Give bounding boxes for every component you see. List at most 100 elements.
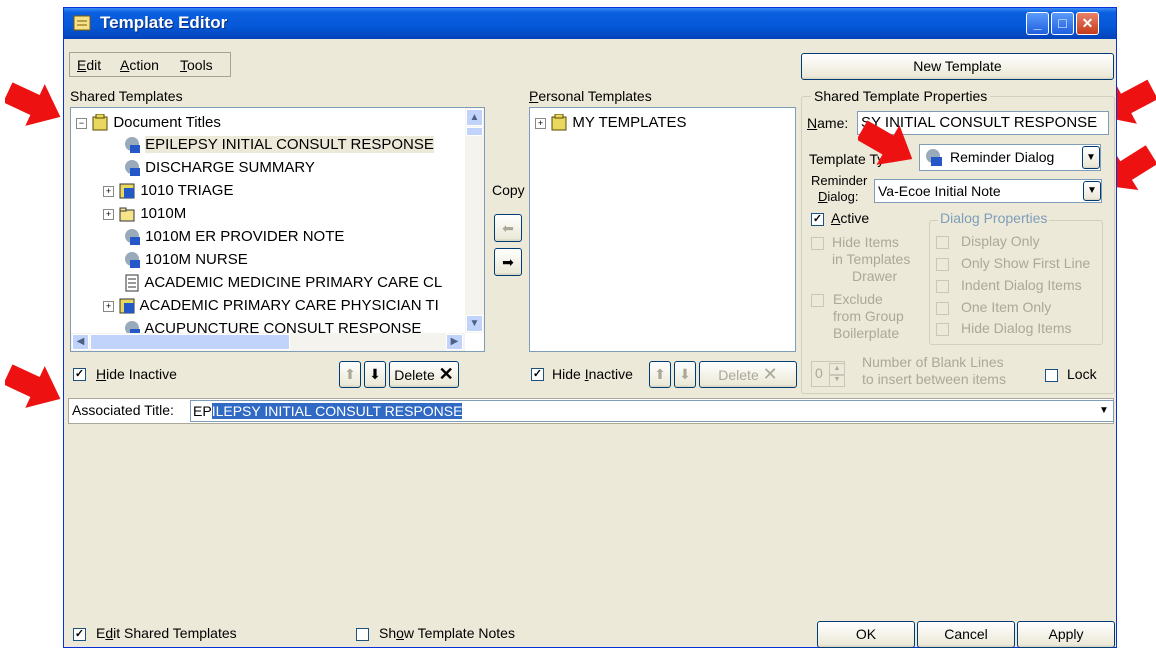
only-first-line-checkbox[interactable] — [936, 258, 949, 271]
tree-root-document-titles[interactable]: − Document Titles — [76, 111, 221, 134]
folder-icon — [92, 114, 108, 131]
move-up-shared-button[interactable]: ⬆ — [339, 361, 361, 388]
tree-item-academic-medicine[interactable]: ACADEMIC MEDICINE PRIMARY CARE CL — [123, 271, 442, 294]
tree-item-discharge[interactable]: DISCHARGE SUMMARY — [123, 156, 315, 179]
edit-shared-templates-label: Edit Shared Templates — [96, 625, 237, 641]
hide-dialog-items-label: Hide Dialog Items — [961, 320, 1072, 336]
hide-items-label-3: Drawer — [852, 268, 898, 284]
horizontal-scrollbar[interactable]: ◀ ▶ — [71, 333, 465, 351]
reminder-dialog-label-2: Dialog: — [818, 189, 859, 204]
copy-label: Copy — [492, 182, 525, 198]
window-title: Template Editor — [100, 13, 228, 32]
annotation-arrow-hide-inactive — [5, 364, 61, 408]
dialog-properties-label: Dialog Properties — [938, 210, 1050, 226]
delete-x-icon: ✕ — [438, 364, 454, 384]
scroll-thumb[interactable] — [466, 127, 483, 136]
minimize-button[interactable]: _ — [1026, 12, 1049, 35]
reminder-dialog-select[interactable]: Va-Ecoe Initial Note ▼ — [874, 179, 1102, 203]
display-only-checkbox[interactable] — [936, 236, 949, 249]
exclude-checkbox[interactable] — [811, 294, 824, 307]
reminder-dialog-icon — [125, 252, 140, 269]
close-button[interactable]: ✕ — [1076, 12, 1099, 35]
new-template-button[interactable]: New Template — [801, 53, 1114, 80]
active-label: Active — [831, 210, 870, 226]
horizontal-scroll-thumb[interactable] — [90, 334, 290, 350]
shared-templates-tree[interactable]: − Document Titles EPILEPSY INITIAL CONSU… — [70, 107, 485, 352]
reminder-dialog-dropdown-button[interactable]: ▼ — [1083, 181, 1101, 201]
menu-edit[interactable]: Edit — [77, 57, 101, 73]
hide-items-label-2: in Templates — [832, 251, 911, 267]
template-icon — [125, 274, 139, 292]
cancel-button[interactable]: Cancel — [917, 621, 1015, 648]
edit-shared-templates-checkbox[interactable]: ✓ — [73, 628, 86, 641]
copy-left-button[interactable]: ⬅ — [494, 214, 522, 242]
active-checkbox[interactable]: ✓ — [811, 213, 824, 226]
annotation-arrow-shared — [5, 82, 61, 126]
blank-lines-label-1: Number of Blank Lines — [862, 354, 1004, 370]
show-template-notes-label: Show Template Notes — [379, 625, 515, 641]
delete-personal-button[interactable]: Delete ✕ — [699, 361, 797, 388]
scroll-down-button[interactable]: ▼ — [466, 315, 483, 332]
personal-templates-tree[interactable]: + MY TEMPLATES — [529, 107, 796, 352]
move-down-personal-button[interactable]: ⬇ — [674, 361, 696, 388]
one-item-only-label: One Item Only — [961, 299, 1052, 315]
template-group-icon — [119, 298, 135, 314]
hide-inactive-personal-label: Hide Inactive — [552, 366, 633, 382]
only-first-line-label: Only Show First Line — [961, 255, 1091, 271]
move-up-personal-button[interactable]: ⬆ — [649, 361, 671, 388]
scroll-left-button[interactable]: ◀ — [72, 334, 89, 350]
hide-inactive-personal-checkbox[interactable]: ✓ — [531, 368, 544, 381]
associated-title-select[interactable]: EPILEPSY INITIAL CONSULT RESPONSE ▼ — [190, 400, 1114, 422]
one-item-only-checkbox[interactable] — [936, 302, 949, 315]
template-type-dropdown-button[interactable]: ▼ — [1082, 146, 1100, 169]
copy-right-button[interactable]: ➡ — [494, 248, 522, 276]
menu-action[interactable]: Action — [120, 57, 159, 73]
shared-templates-label: Shared Templates — [70, 88, 183, 104]
tree-item-1010m[interactable]: + 1010M — [103, 202, 186, 225]
tree-item-academic-primary[interactable]: + ACADEMIC PRIMARY CARE PHYSICIAN TI — [103, 294, 439, 317]
scroll-right-button[interactable]: ▶ — [446, 334, 463, 350]
lock-checkbox[interactable] — [1045, 369, 1058, 382]
ok-button[interactable]: OK — [817, 621, 915, 648]
hide-inactive-shared-checkbox[interactable]: ✓ — [73, 368, 86, 381]
associated-title-dropdown-button[interactable]: ▼ — [1096, 403, 1112, 419]
scroll-up-button[interactable]: ▲ — [466, 109, 483, 126]
template-type-select[interactable]: Reminder Dialog ▼ — [919, 144, 1101, 171]
show-template-notes-checkbox[interactable] — [356, 628, 369, 641]
template-group-icon — [119, 183, 135, 199]
reminder-dialog-icon — [125, 160, 140, 177]
exclude-label-3: Boilerplate — [833, 325, 900, 341]
menu-tools[interactable]: Tools — [180, 57, 213, 73]
delete-shared-button[interactable]: Delete ✕ — [389, 361, 459, 388]
blank-lines-label-2: to insert between items — [862, 371, 1006, 387]
hide-items-checkbox[interactable] — [811, 237, 824, 250]
name-label: Name: — [807, 115, 849, 131]
vertical-scrollbar[interactable]: ▲ ▼ — [465, 108, 484, 333]
tree-item-1010-triage[interactable]: + 1010 TRIAGE — [103, 179, 233, 202]
annotation-arrow-template-type — [858, 120, 913, 165]
maximize-button[interactable]: □ — [1051, 12, 1074, 35]
tree-item-epilepsy[interactable]: EPILEPSY INITIAL CONSULT RESPONSE — [123, 133, 434, 156]
title-bar: Template Editor _ □ ✕ — [64, 8, 1116, 39]
folder-icon — [551, 114, 567, 131]
move-down-shared-button[interactable]: ⬇ — [364, 361, 386, 388]
reminder-dialog-icon — [125, 229, 140, 246]
indent-dialog-items-checkbox[interactable] — [936, 280, 949, 293]
reminder-dialog-icon — [125, 137, 140, 154]
reminder-dialog-icon — [926, 149, 942, 166]
tree-item-1010m-nurse[interactable]: 1010M NURSE — [123, 248, 248, 271]
hide-dialog-items-checkbox[interactable] — [936, 323, 949, 336]
hide-inactive-shared-label: Hide Inactive — [96, 366, 177, 382]
tree-root-my-templates[interactable]: + MY TEMPLATES — [535, 111, 687, 134]
display-only-label: Display Only — [961, 233, 1040, 249]
lock-label: Lock — [1067, 366, 1097, 382]
exclude-label-2: from Group — [833, 308, 904, 324]
template-notes-area — [68, 426, 1114, 618]
apply-button[interactable]: Apply — [1017, 621, 1115, 648]
spin-down-button[interactable]: ▼ — [829, 374, 845, 387]
indent-dialog-items-label: Indent Dialog Items — [961, 277, 1082, 293]
associated-title-label: Associated Title: — [72, 402, 174, 418]
blank-lines-spinner[interactable]: 0 ▲ ▼ — [811, 361, 845, 387]
tree-item-1010m-er[interactable]: 1010M ER PROVIDER NOTE — [123, 225, 344, 248]
properties-label: Shared Template Properties — [811, 88, 991, 104]
